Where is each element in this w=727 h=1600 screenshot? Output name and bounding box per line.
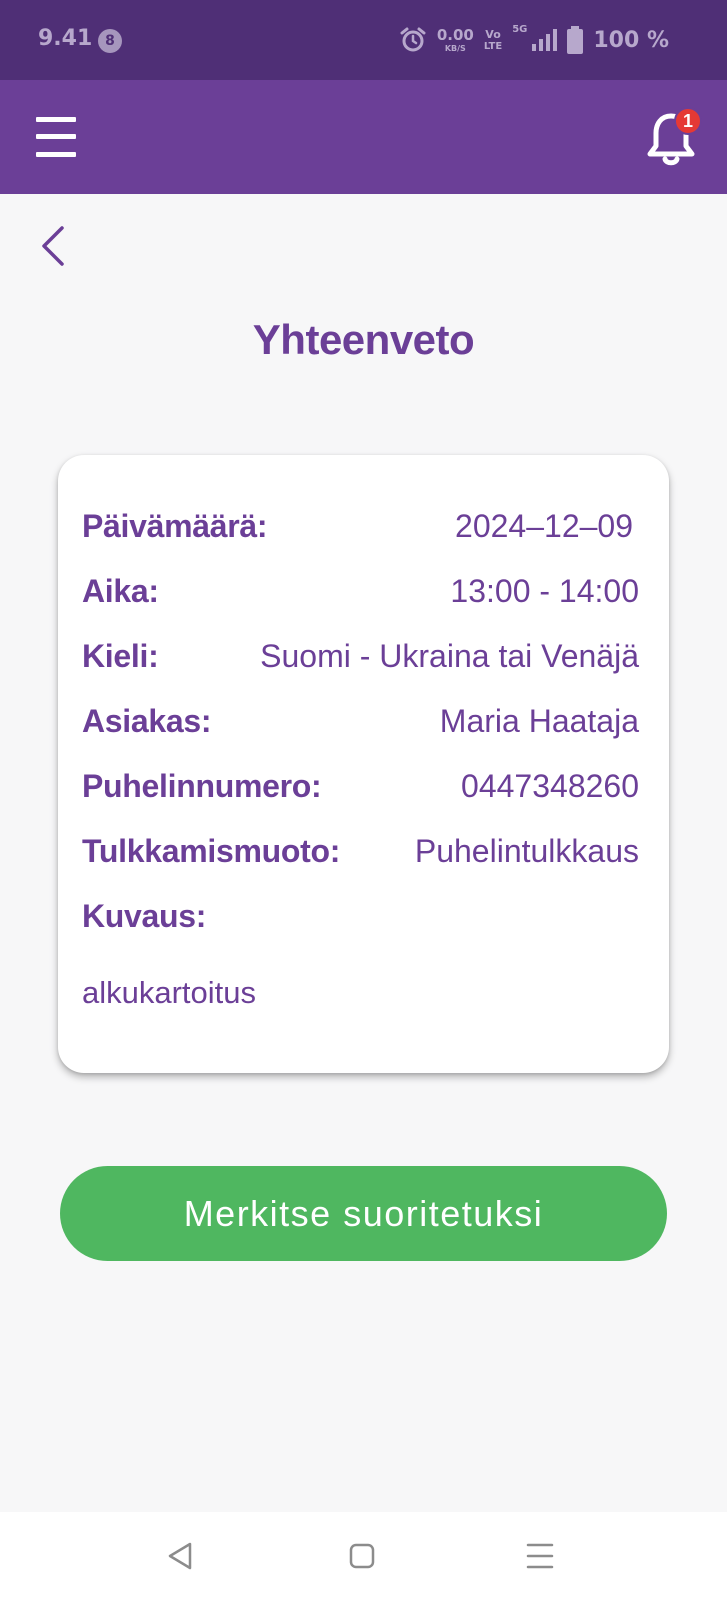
data-speed: 0.00 KB/S [436, 25, 474, 53]
phone-label: Puhelinnumero: [82, 768, 322, 804]
chevron-left-icon [42, 226, 64, 266]
menu-lines-icon [526, 1543, 554, 1569]
battery-percentage: 100 % [593, 27, 669, 53]
nav-back-button[interactable] [158, 1534, 202, 1578]
date-label: Päivämäärä: [82, 508, 268, 544]
network-type: 5G [512, 24, 528, 35]
phone-value: 0447348260 [461, 768, 639, 804]
status-notification-count: 8 [98, 29, 122, 53]
nav-recents-button[interactable] [518, 1534, 562, 1578]
summary-row-language: Kieli: Suomi - Ukraina tai Venäjä [82, 638, 639, 688]
description-text: alkukartoitus [82, 975, 257, 1010]
summary-row-date: Päivämäärä: 2024–12–09 [82, 508, 639, 558]
summary-row-time: Aika: 13:00 - 14:00 [82, 573, 639, 623]
summary-row-phone: Puhelinnumero: 0447348260 [82, 768, 639, 818]
description-label: Kuvaus: [82, 898, 207, 934]
notification-badge: 1 [674, 107, 702, 135]
summary-row-interpreting-mode: Tulkkamismuoto: Puhelintulkkaus [82, 833, 639, 883]
summary-row-description: Kuvaus: [82, 898, 639, 948]
interpreting-mode-value: Puhelintulkkaus [414, 833, 639, 869]
app-bar: 1 [0, 80, 727, 194]
data-speed-value: 0.00 [436, 25, 474, 44]
customer-value: Maria Haataja [439, 703, 639, 739]
back-button[interactable] [34, 222, 70, 270]
customer-label: Asiakas: [82, 703, 212, 739]
alarm-icon [400, 27, 426, 52]
time-value: 13:00 - 14:00 [450, 573, 639, 609]
status-bar: 9.41 8 0.00 KB/S Vo LTE 5G 100 % [0, 0, 727, 80]
page-title: Yhteenveto [252, 316, 475, 363]
summary-card: Päivämäärä: 2024–12–09 Aika: 13:00 - 14:… [58, 455, 669, 1073]
status-time: 9.41 [38, 26, 93, 51]
mark-complete-button[interactable]: Merkitse suoritetuksi [60, 1166, 667, 1261]
hamburger-menu-icon[interactable] [33, 115, 79, 159]
volte-top: Vo [485, 27, 501, 41]
volte-indicator: Vo LTE [484, 29, 502, 52]
date-value: 2024–12–09 [455, 508, 633, 544]
triangle-back-icon [168, 1542, 192, 1570]
data-speed-unit: KB/S [444, 43, 466, 53]
square-home-icon [349, 1543, 375, 1569]
signal-icon [532, 29, 558, 51]
system-navigation-bar [0, 1512, 727, 1600]
nav-home-button[interactable] [340, 1534, 384, 1578]
interpreting-mode-label: Tulkkamismuoto: [82, 833, 341, 869]
summary-row-customer: Asiakas: Maria Haataja [82, 703, 639, 753]
language-label: Kieli: [82, 638, 159, 674]
time-label: Aika: [82, 573, 159, 609]
battery-icon [567, 26, 584, 54]
volte-bottom: LTE [483, 40, 503, 52]
status-icons: 0.00 KB/S Vo LTE 5G 100 % [399, 22, 669, 58]
language-value: Suomi - Ukraina tai Venäjä [260, 638, 639, 674]
notifications-button[interactable]: 1 [644, 106, 704, 168]
